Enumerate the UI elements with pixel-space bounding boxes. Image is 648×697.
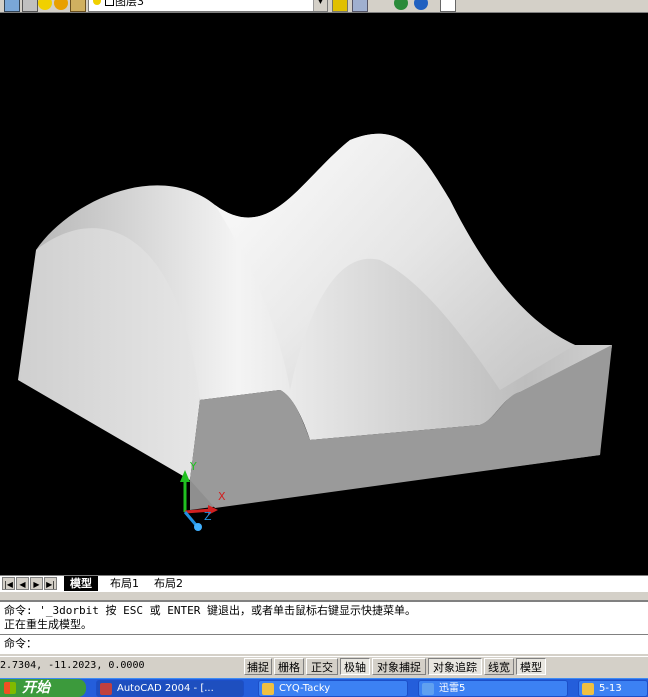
chevron-down-icon[interactable]: ▼ — [313, 0, 327, 11]
model-viewport[interactable]: Y X Z — [0, 13, 648, 575]
prev-tab-button[interactable]: ◀ — [16, 577, 29, 590]
3d-solid-view: Y X Z — [18, 133, 612, 531]
last-tab-button[interactable]: ▶| — [44, 577, 57, 590]
command-history-line: 正在重生成模型。 — [4, 618, 92, 631]
windows-taskbar: 开始 AutoCAD 2004 - [... CYQ-Tacky 迅雷5 5-1… — [0, 678, 648, 697]
start-label: 开始 — [22, 680, 50, 696]
layer-state-icon[interactable] — [22, 0, 38, 12]
globe-icon[interactable] — [414, 0, 428, 10]
lightbulb-icon[interactable] — [38, 0, 52, 10]
layer-previous-icon[interactable] — [352, 0, 368, 12]
command-window[interactable]: 命令: '_3dorbit 按 ESC 或 ENTER 键退出，或者单击鼠标右键… — [0, 600, 648, 654]
coordinate-readout: 2.7304, -11.2023, 0.0000 — [0, 660, 145, 671]
polar-toggle[interactable]: 极轴 — [340, 658, 370, 675]
layer-on-icon — [93, 0, 101, 5]
folder-icon — [582, 683, 594, 695]
taskbar-item-cyq[interactable]: CYQ-Tacky — [258, 680, 408, 697]
start-button[interactable]: 开始 — [0, 679, 86, 697]
ucs-x-label: X — [218, 490, 226, 503]
layer-name: 图层3 — [115, 0, 144, 8]
xunlei-icon — [422, 683, 434, 695]
taskbar-item-autocad[interactable]: AutoCAD 2004 - [... — [96, 680, 244, 697]
realtime-pan-icon[interactable] — [394, 0, 408, 10]
ucs-y-label: Y — [189, 460, 197, 473]
command-prompt[interactable]: 命令： — [4, 637, 37, 650]
command-history-line: 命令: '_3dorbit 按 ESC 或 ENTER 键退出，或者单击鼠标右键… — [4, 604, 416, 617]
next-tab-button[interactable]: ▶ — [30, 577, 43, 590]
autocad-icon — [100, 683, 112, 695]
windows-logo-icon — [4, 682, 16, 694]
splitter[interactable] — [0, 592, 648, 600]
tab-model[interactable]: 模型 — [64, 576, 98, 591]
ortho-toggle[interactable]: 正交 — [306, 658, 338, 675]
status-bar: 2.7304, -11.2023, 0.0000 捕捉 栅格 正交 极轴 对象捕… — [0, 656, 648, 677]
task-label: 迅雷5 — [439, 683, 466, 694]
tab-layout1[interactable]: 布局1 — [104, 576, 145, 591]
match-layer-icon[interactable] — [332, 0, 348, 12]
layers-toolbar: 图层3 ▼ — [0, 0, 648, 13]
folder-icon — [262, 683, 274, 695]
lineweight-toggle[interactable]: 线宽 — [484, 658, 514, 675]
task-label: CYQ-Tacky — [279, 683, 331, 694]
snap-toggle[interactable]: 捕捉 — [244, 658, 272, 675]
grid-toggle[interactable]: 栅格 — [274, 658, 304, 675]
first-tab-button[interactable]: |◀ — [2, 577, 15, 590]
taskbar-item-xunlei[interactable]: 迅雷5 — [418, 680, 568, 697]
layer-color-swatch — [105, 0, 114, 6]
layer-manager-icon[interactable] — [4, 0, 20, 12]
otrack-toggle[interactable]: 对象追踪 — [428, 658, 482, 675]
layout-tab-bar: |◀ ◀ ▶ ▶| 模型 布局1 布局2 — [0, 575, 648, 593]
lock-icon[interactable] — [70, 0, 86, 12]
task-label: 5-13 — [599, 683, 622, 694]
sun-icon[interactable] — [54, 0, 68, 10]
zoom-window-icon[interactable] — [440, 0, 456, 12]
layer-dropdown[interactable]: 图层3 ▼ — [88, 0, 328, 12]
model-space-toggle[interactable]: 模型 — [516, 658, 546, 675]
taskbar-item-folder[interactable]: 5-13 — [578, 680, 648, 697]
ucs-z-label: Z — [204, 510, 212, 523]
task-label: AutoCAD 2004 - [... — [117, 683, 214, 694]
osnap-toggle[interactable]: 对象捕捉 — [372, 658, 426, 675]
tab-layout2[interactable]: 布局2 — [148, 576, 189, 591]
